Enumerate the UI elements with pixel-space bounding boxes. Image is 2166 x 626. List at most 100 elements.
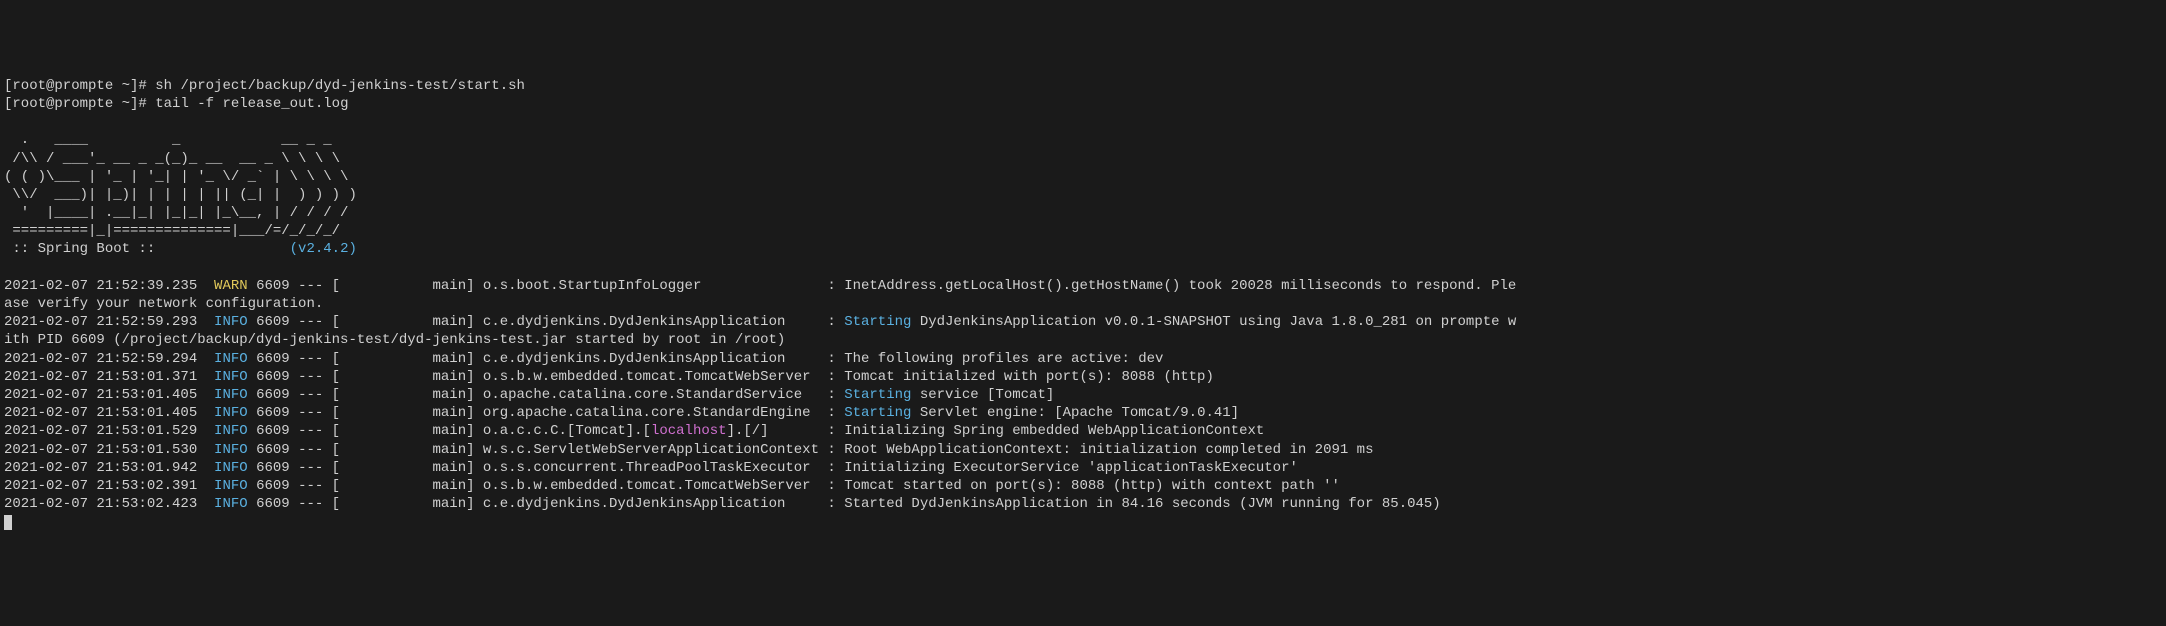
- log-timestamp: 2021-02-07 21:53:02.423: [4, 496, 197, 512]
- ascii-line: =========|_|==============|___/=/_/_/_/: [4, 223, 340, 239]
- log-timestamp: 2021-02-07 21:52:59.293: [4, 314, 197, 330]
- log-logger: o.a.c.c.C.[Tomcat].[: [483, 423, 651, 439]
- command-text: sh /project/backup/dyd-jenkins-test/star…: [155, 78, 525, 94]
- log-line: 2021-02-07 21:53:01.405 INFO 6609 --- [ …: [4, 387, 1054, 403]
- log-pid: 6609: [256, 478, 290, 494]
- log-level: WARN: [214, 278, 248, 294]
- log-line: 2021-02-07 21:53:01.405 INFO 6609 --- [ …: [4, 405, 1239, 421]
- log-pid: 6609: [256, 387, 290, 403]
- log-level: INFO: [214, 478, 248, 494]
- starting-token: Starting: [844, 405, 911, 421]
- log-level: INFO: [214, 369, 248, 385]
- log-logger: c.e.dydjenkins.DydJenkinsApplication: [483, 314, 819, 330]
- log-level: INFO: [214, 423, 248, 439]
- log-thread: main: [433, 351, 467, 367]
- log-line: 2021-02-07 21:52:39.235 WARN 6609 --- [ …: [4, 278, 1516, 294]
- log-logger: ].[/]: [727, 423, 819, 439]
- log-thread: main: [433, 405, 467, 421]
- log-logger: o.s.s.concurrent.ThreadPoolTaskExecutor: [483, 460, 819, 476]
- log-message: InetAddress.getLocalHost().getHostName()…: [844, 278, 1516, 294]
- log-line: 2021-02-07 21:53:01.530 INFO 6609 --- [ …: [4, 442, 1374, 458]
- log-thread: main: [433, 460, 467, 476]
- log-logger: o.s.b.w.embedded.tomcat.TomcatWebServer: [483, 478, 819, 494]
- log-line: 2021-02-07 21:53:01.371 INFO 6609 --- [ …: [4, 369, 1214, 385]
- log-pid: 6609: [256, 351, 290, 367]
- log-message: The following profiles are active: dev: [844, 351, 1163, 367]
- ascii-line: \\/ ___)| |_)| | | | | || (_| | ) ) ) ): [4, 187, 357, 203]
- log-level: INFO: [214, 460, 248, 476]
- ascii-line: :: Spring Boot ::: [4, 241, 290, 257]
- log-timestamp: 2021-02-07 21:53:01.405: [4, 405, 197, 421]
- log-message: Root WebApplicationContext: initializati…: [844, 442, 1373, 458]
- cursor-icon: [4, 515, 12, 530]
- log-line: 2021-02-07 21:52:59.293 INFO 6609 --- [ …: [4, 314, 1516, 330]
- log-thread: main: [433, 442, 467, 458]
- log-level: INFO: [214, 314, 248, 330]
- log-thread: main: [433, 423, 467, 439]
- log-timestamp: 2021-02-07 21:53:01.405: [4, 387, 197, 403]
- log-level: INFO: [214, 405, 248, 421]
- log-timestamp: 2021-02-07 21:53:01.371: [4, 369, 197, 385]
- log-line: 2021-02-07 21:53:01.529 INFO 6609 --- [ …: [4, 423, 1264, 439]
- spring-version: (v2.4.2): [290, 241, 357, 257]
- log-level: INFO: [214, 387, 248, 403]
- log-message: DydJenkinsApplication v0.0.1-SNAPSHOT us…: [911, 314, 1516, 330]
- log-thread: main: [433, 496, 467, 512]
- log-pid: 6609: [256, 442, 290, 458]
- log-output: 2021-02-07 21:52:39.235 WARN 6609 --- [ …: [4, 277, 2162, 513]
- log-thread: main: [433, 478, 467, 494]
- log-line-wrap: ase verify your network configuration.: [4, 296, 323, 312]
- log-logger: o.apache.catalina.core.StandardService: [483, 387, 819, 403]
- log-message: Initializing Spring embedded WebApplicat…: [844, 423, 1264, 439]
- log-message: Servlet engine: [Apache Tomcat/9.0.41]: [911, 405, 1239, 421]
- prompt-line-2: [root@prompte ~]# tail -f release_out.lo…: [4, 96, 348, 112]
- log-message: Tomcat started on port(s): 8088 (http) w…: [844, 478, 1340, 494]
- log-level: INFO: [214, 351, 248, 367]
- starting-token: Starting: [844, 387, 911, 403]
- log-pid: 6609: [256, 423, 290, 439]
- spring-banner: . ____ _ __ _ _ /\\ / ___'_ __ _ _(_)_ _…: [4, 132, 357, 257]
- log-logger: w.s.c.ServletWebServerApplicationContext: [483, 442, 819, 458]
- log-line: 2021-02-07 21:53:01.942 INFO 6609 --- [ …: [4, 460, 1298, 476]
- ascii-line: ( ( )\___ | '_ | '_| | '_ \/ _` | \ \ \ …: [4, 169, 348, 185]
- prompt-line-1: [root@prompte ~]# sh /project/backup/dyd…: [4, 78, 525, 94]
- log-timestamp: 2021-02-07 21:53:01.529: [4, 423, 197, 439]
- log-line: 2021-02-07 21:52:59.294 INFO 6609 --- [ …: [4, 351, 1163, 367]
- ascii-line: . ____ _ __ _ _: [4, 132, 332, 148]
- log-message: Initializing ExecutorService 'applicatio…: [844, 460, 1298, 476]
- log-message: Tomcat initialized with port(s): 8088 (h…: [844, 369, 1214, 385]
- terminal-output[interactable]: [root@prompte ~]# sh /project/backup/dyd…: [4, 77, 2162, 532]
- log-pid: 6609: [256, 496, 290, 512]
- prompt-prefix: [root@prompte ~]#: [4, 78, 155, 94]
- starting-token: Starting: [844, 314, 911, 330]
- localhost-token: localhost: [651, 423, 727, 439]
- log-thread: main: [433, 314, 467, 330]
- log-timestamp: 2021-02-07 21:53:02.391: [4, 478, 197, 494]
- log-timestamp: 2021-02-07 21:52:39.235: [4, 278, 197, 294]
- log-line: 2021-02-07 21:53:02.423 INFO 6609 --- [ …: [4, 496, 1441, 512]
- log-pid: 6609: [256, 314, 290, 330]
- log-line: 2021-02-07 21:53:02.391 INFO 6609 --- [ …: [4, 478, 1340, 494]
- log-pid: 6609: [256, 405, 290, 421]
- command-text: release_out.log: [214, 96, 348, 112]
- log-thread: main: [433, 369, 467, 385]
- log-logger: o.s.b.w.embedded.tomcat.TomcatWebServer: [483, 369, 819, 385]
- log-thread: main: [433, 278, 467, 294]
- log-level: INFO: [214, 442, 248, 458]
- log-pid: 6609: [256, 369, 290, 385]
- log-timestamp: 2021-02-07 21:53:01.530: [4, 442, 197, 458]
- log-pid: 6609: [256, 278, 290, 294]
- log-level: INFO: [214, 496, 248, 512]
- ascii-line: ' |____| .__|_| |_|_| |_\__, | / / / /: [4, 205, 348, 221]
- log-timestamp: 2021-02-07 21:53:01.942: [4, 460, 197, 476]
- log-message: service [Tomcat]: [911, 387, 1054, 403]
- log-logger: c.e.dydjenkins.DydJenkinsApplication: [483, 496, 819, 512]
- prompt-prefix: [root@prompte ~]#: [4, 96, 155, 112]
- log-logger: org.apache.catalina.core.StandardEngine: [483, 405, 819, 421]
- log-pid: 6609: [256, 460, 290, 476]
- command-text: tail: [155, 96, 197, 112]
- log-timestamp: 2021-02-07 21:52:59.294: [4, 351, 197, 367]
- log-line-wrap: ith PID 6609 (/project/backup/dyd-jenkin…: [4, 332, 785, 348]
- command-flag: -f: [197, 96, 214, 112]
- log-message: Started DydJenkinsApplication in 84.16 s…: [844, 496, 1441, 512]
